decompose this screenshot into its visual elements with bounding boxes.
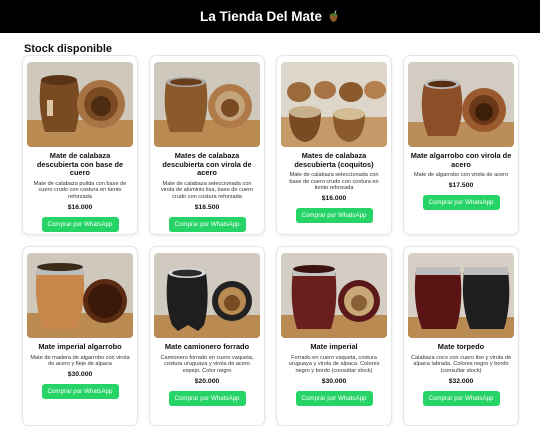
whatsapp-buy-button[interactable]: Comprar por WhatsApp	[41, 216, 119, 232]
product-photo	[281, 253, 387, 338]
product-price: $30.000	[321, 377, 347, 385]
product-name: Mates de calabaza descubierta (coquitos)	[294, 151, 374, 169]
product-name: Mate imperial algarrobo	[38, 342, 122, 351]
product-photo	[154, 253, 260, 338]
whatsapp-buy-button[interactable]: Comprar por WhatsApp	[168, 390, 246, 406]
product-description: Mate de calabaza seleccionada con virola…	[160, 180, 254, 200]
product-photo	[27, 62, 133, 147]
product-description: Mate de calabaza seleccionada con base d…	[289, 172, 379, 192]
product-price: $30.000	[67, 370, 93, 378]
top-header: La Tienda Del Mate	[0, 0, 540, 33]
product-description: Mate de madera de algarrobo con virola d…	[30, 354, 130, 368]
product-card: Mate de calabaza descubierta con base de…	[22, 55, 138, 235]
product-card: Mate torpedo Calabaza coco con cuero lis…	[403, 246, 519, 426]
product-grid: Mate de calabaza descubierta con base de…	[22, 55, 519, 426]
whatsapp-buy-button[interactable]: Comprar por WhatsApp	[41, 383, 119, 399]
product-photo	[408, 253, 514, 338]
product-description: Camionero forrado en cuero vaqueta, cost…	[160, 354, 254, 374]
product-name: Mate de calabaza descubierta con base de…	[36, 151, 124, 178]
product-price: $16.000	[321, 195, 347, 203]
product-description: Mate de algarrobo con virola de acero	[413, 172, 509, 179]
product-photo	[408, 62, 514, 147]
product-price: $32.000	[448, 377, 474, 385]
product-card: Mate imperial algarrobo Mate de madera d…	[22, 246, 138, 426]
product-card: Mate imperial Forrado en cuero vaqueta, …	[276, 246, 392, 426]
product-card: Mates de calabaza descubierta (coquitos)…	[276, 55, 392, 235]
product-price: $17.500	[448, 181, 474, 189]
product-price: $16.500	[194, 203, 220, 211]
product-photo	[281, 62, 387, 147]
product-card: Mate algarrobo con virola de acero Mate …	[403, 55, 519, 235]
product-photo	[154, 62, 260, 147]
product-name: Mate torpedo	[437, 342, 485, 351]
product-name: Mate imperial	[310, 342, 358, 351]
product-price: $16.000	[67, 203, 93, 211]
section-title: Stock disponible	[24, 43, 113, 55]
mate-icon	[327, 10, 340, 23]
product-name: Mates de calabaza descubierta con virola…	[162, 151, 252, 178]
product-price: $20.000	[194, 377, 220, 385]
product-description: Forrado en cuero vaqueta, costura urugua…	[288, 354, 380, 374]
whatsapp-buy-button[interactable]: Comprar por WhatsApp	[422, 390, 500, 406]
product-card: Mates de calabaza descubierta con virola…	[149, 55, 265, 235]
product-card: Mate camionero forrado Camionero forrado…	[149, 246, 265, 426]
store-title: La Tienda Del Mate	[199, 9, 323, 24]
product-description: Mate de calabaza pulida con base de cuer…	[33, 180, 127, 200]
product-description: Calabaza coco con cuero liso y virola de…	[410, 354, 512, 374]
whatsapp-buy-button[interactable]: Comprar por WhatsApp	[422, 194, 500, 210]
product-name: Mate algarrobo con virola de acero	[410, 151, 512, 169]
whatsapp-buy-button[interactable]: Comprar por WhatsApp	[295, 208, 373, 224]
product-photo	[27, 253, 133, 338]
product-name: Mate camionero forrado	[164, 342, 250, 351]
whatsapp-buy-button[interactable]: Comprar por WhatsApp	[295, 390, 373, 406]
whatsapp-buy-button[interactable]: Comprar por WhatsApp	[168, 216, 246, 232]
